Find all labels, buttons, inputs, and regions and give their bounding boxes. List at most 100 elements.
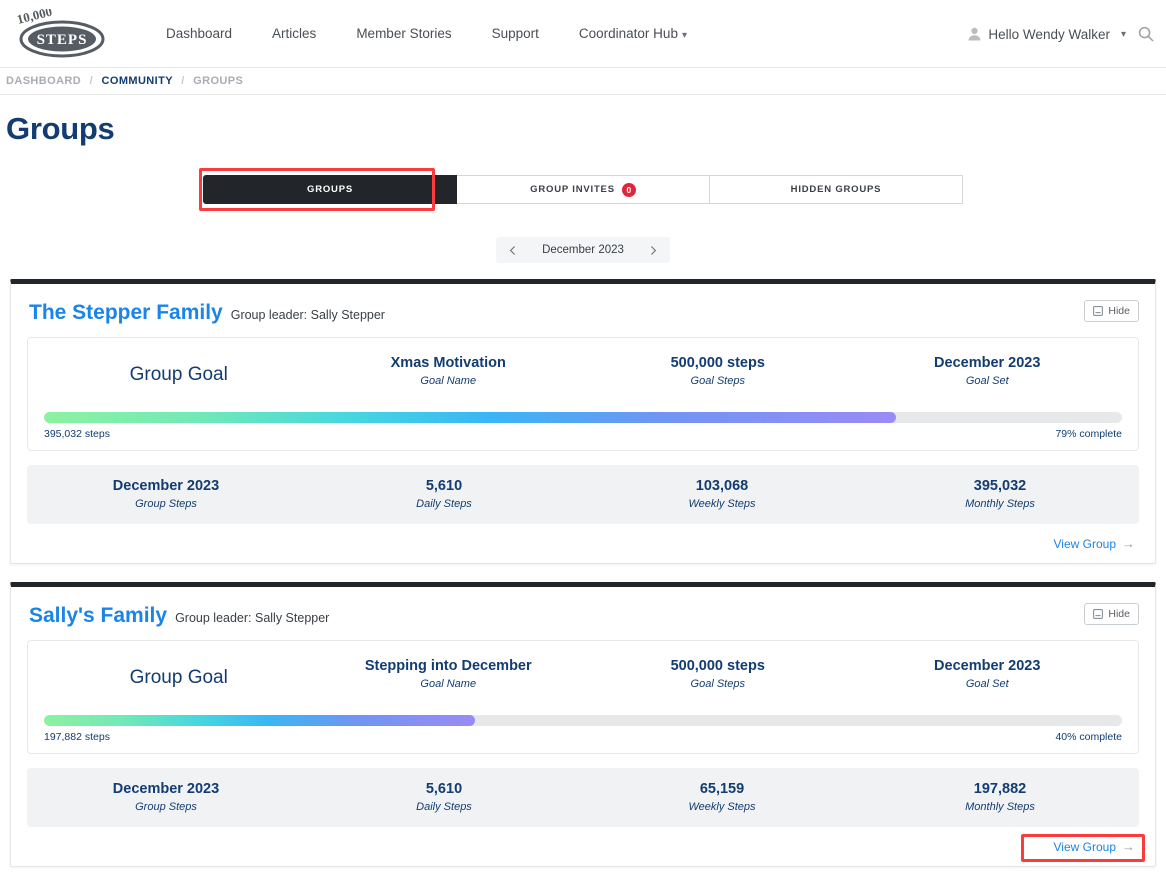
search-icon xyxy=(1138,26,1154,42)
hide-button-label: Hide xyxy=(1108,608,1130,620)
tab-label: GROUPS xyxy=(307,184,353,195)
view-group-link[interactable]: View Group → xyxy=(1052,534,1137,553)
group-card-header: The Stepper Family Group leader: Sally S… xyxy=(27,298,1139,337)
group-name: The Stepper Family xyxy=(29,301,223,324)
hide-group-button[interactable]: Hide xyxy=(1084,603,1139,625)
goal-set-column: December 2023 Goal Set xyxy=(853,354,1123,390)
current-month-label: December 2023 xyxy=(542,244,624,256)
nav-label: Member Stories xyxy=(356,26,452,41)
goal-name-column: Xmas Motivation Goal Name xyxy=(314,354,584,390)
goal-steps-label: Goal Steps xyxy=(690,678,745,690)
progress-track xyxy=(44,412,1122,423)
group-leader: Group leader: Sally Stepper xyxy=(230,308,385,322)
nav-item-articles[interactable]: Articles xyxy=(252,18,336,49)
tab-label: GROUP INVITES xyxy=(530,184,615,195)
header-right-cluster: Hello Wendy Walker ▾ xyxy=(968,0,1154,68)
tab-groups[interactable]: GROUPS xyxy=(203,175,457,204)
view-group-label: View Group xyxy=(1053,839,1116,854)
stat-label: Group Steps xyxy=(135,801,197,813)
minimize-window-icon xyxy=(1093,609,1104,619)
stat-label: Weekly Steps xyxy=(688,801,756,813)
tab-group-invites[interactable]: GROUP INVITES 0 xyxy=(457,175,710,204)
group-invites-badge: 0 xyxy=(621,182,636,197)
stat-label: Daily Steps xyxy=(416,801,472,813)
group-goal-lead: Group Goal xyxy=(44,354,314,396)
stat-daily-steps: 5,610 Daily Steps xyxy=(305,780,583,816)
goal-name-label: Goal Name xyxy=(420,678,477,690)
chevron-down-icon: ▾ xyxy=(1120,28,1126,40)
hide-button-label: Hide xyxy=(1108,305,1130,317)
chevron-left-icon xyxy=(509,245,516,255)
goal-set-column: December 2023 Goal Set xyxy=(853,657,1123,693)
stat-value: December 2023 xyxy=(112,478,220,494)
nav-item-dashboard[interactable]: Dashboard xyxy=(146,18,252,49)
stat-label: Weekly Steps xyxy=(688,498,756,510)
goal-steps-column: 500,000 steps Goal Steps xyxy=(583,657,853,693)
ten-thousand-steps-logo-icon: 10,000 STEPS xyxy=(15,9,105,57)
stat-value: 395,032 xyxy=(973,478,1027,494)
breadcrumb-bar: DASHBOARD / COMMUNITY / GROUPS xyxy=(0,68,1166,95)
chevron-right-icon xyxy=(650,245,657,255)
goal-steps-label: Goal Steps xyxy=(690,375,745,387)
stat-monthly-steps: 197,882 Monthly Steps xyxy=(861,780,1139,816)
minimize-window-icon xyxy=(1093,306,1104,316)
previous-month-button[interactable] xyxy=(500,237,526,263)
goal-name-column: Stepping into December Goal Name xyxy=(314,657,584,693)
nav-item-support[interactable]: Support xyxy=(472,18,559,49)
user-menu[interactable]: Hello Wendy Walker ▾ xyxy=(968,27,1126,42)
group-card-header: Sally's Family Group leader: Sally Stepp… xyxy=(27,601,1139,640)
page-title: Groups xyxy=(6,111,115,146)
view-group-link[interactable]: View Group → xyxy=(1052,837,1137,856)
progress-complete-text: 79% complete xyxy=(1055,428,1122,440)
goal-name-value: Stepping into December xyxy=(364,658,532,674)
progress-fill xyxy=(44,715,476,726)
group-goal-panel: Group Goal Stepping into December Goal N… xyxy=(27,640,1139,754)
nav-item-coordinator-hub[interactable]: Coordinator Hub ▾ xyxy=(559,18,707,49)
main-nav: Dashboard Articles Member Stories Suppor… xyxy=(146,18,707,49)
group-goal-columns: Group Goal Stepping into December Goal N… xyxy=(44,657,1122,699)
stat-weekly-steps: 65,159 Weekly Steps xyxy=(583,780,861,816)
stat-label: Daily Steps xyxy=(416,498,472,510)
chevron-down-icon: ▾ xyxy=(681,30,687,41)
tab-label: HIDDEN GROUPS xyxy=(790,184,882,195)
group-card: The Stepper Family Group leader: Sally S… xyxy=(10,279,1156,564)
tabs: GROUPS GROUP INVITES 0 HIDDEN GROUPS xyxy=(199,168,963,211)
stat-label: Group Steps xyxy=(135,498,197,510)
stat-label: Monthly Steps xyxy=(965,498,1035,510)
month-nav: December 2023 xyxy=(496,237,670,263)
stat-monthly-steps: 395,032 Monthly Steps xyxy=(861,477,1139,513)
goal-set-value: December 2023 xyxy=(934,658,1041,674)
stat-daily-steps: 5,610 Daily Steps xyxy=(305,477,583,513)
tabs-row: GROUPS GROUP INVITES 0 HIDDEN GROUPS xyxy=(0,168,1166,211)
breadcrumb-item-dashboard[interactable]: DASHBOARD xyxy=(6,75,81,87)
user-greeting: Hello Wendy Walker xyxy=(988,26,1110,42)
user-avatar-icon xyxy=(968,27,981,41)
goal-name-value: Xmas Motivation xyxy=(390,355,506,371)
search-button[interactable] xyxy=(1138,26,1154,42)
nav-label: Dashboard xyxy=(166,26,233,41)
breadcrumb-item-community[interactable]: COMMUNITY xyxy=(102,75,173,87)
tab-hidden-groups[interactable]: HIDDEN GROUPS xyxy=(710,175,963,204)
group-card-footer: View Group → xyxy=(27,827,1145,862)
progress-meta: 395,032 steps 79% complete xyxy=(44,428,1122,440)
progress-steps-text: 197,882 steps xyxy=(44,731,110,743)
progress-track xyxy=(44,715,1122,726)
next-month-button[interactable] xyxy=(640,237,666,263)
top-navigation-bar: 10,000 STEPS Dashboard Articles Member S… xyxy=(0,0,1166,68)
breadcrumb-separator: / xyxy=(181,75,185,87)
arrow-right-icon: → xyxy=(1122,839,1135,854)
goal-steps-value: 500,000 steps xyxy=(670,658,765,674)
group-goal-lead: Group Goal xyxy=(44,657,314,699)
breadcrumb-item-groups[interactable]: GROUPS xyxy=(193,75,243,87)
group-stats-row: December 2023 Group Steps 5,610 Daily St… xyxy=(27,768,1139,827)
stat-value: December 2023 xyxy=(112,781,220,797)
site-logo[interactable]: 10,000 STEPS xyxy=(12,9,108,59)
month-nav-row: December 2023 xyxy=(0,237,1166,263)
goal-set-label: Goal Set xyxy=(965,678,1009,690)
nav-item-member-stories[interactable]: Member Stories xyxy=(336,18,471,49)
stat-value: 103,068 xyxy=(695,478,749,494)
progress-fill xyxy=(44,412,896,423)
group-name: Sally's Family xyxy=(29,604,168,627)
hide-group-button[interactable]: Hide xyxy=(1084,300,1139,322)
group-goal-lead-label: Group Goal xyxy=(129,667,228,688)
